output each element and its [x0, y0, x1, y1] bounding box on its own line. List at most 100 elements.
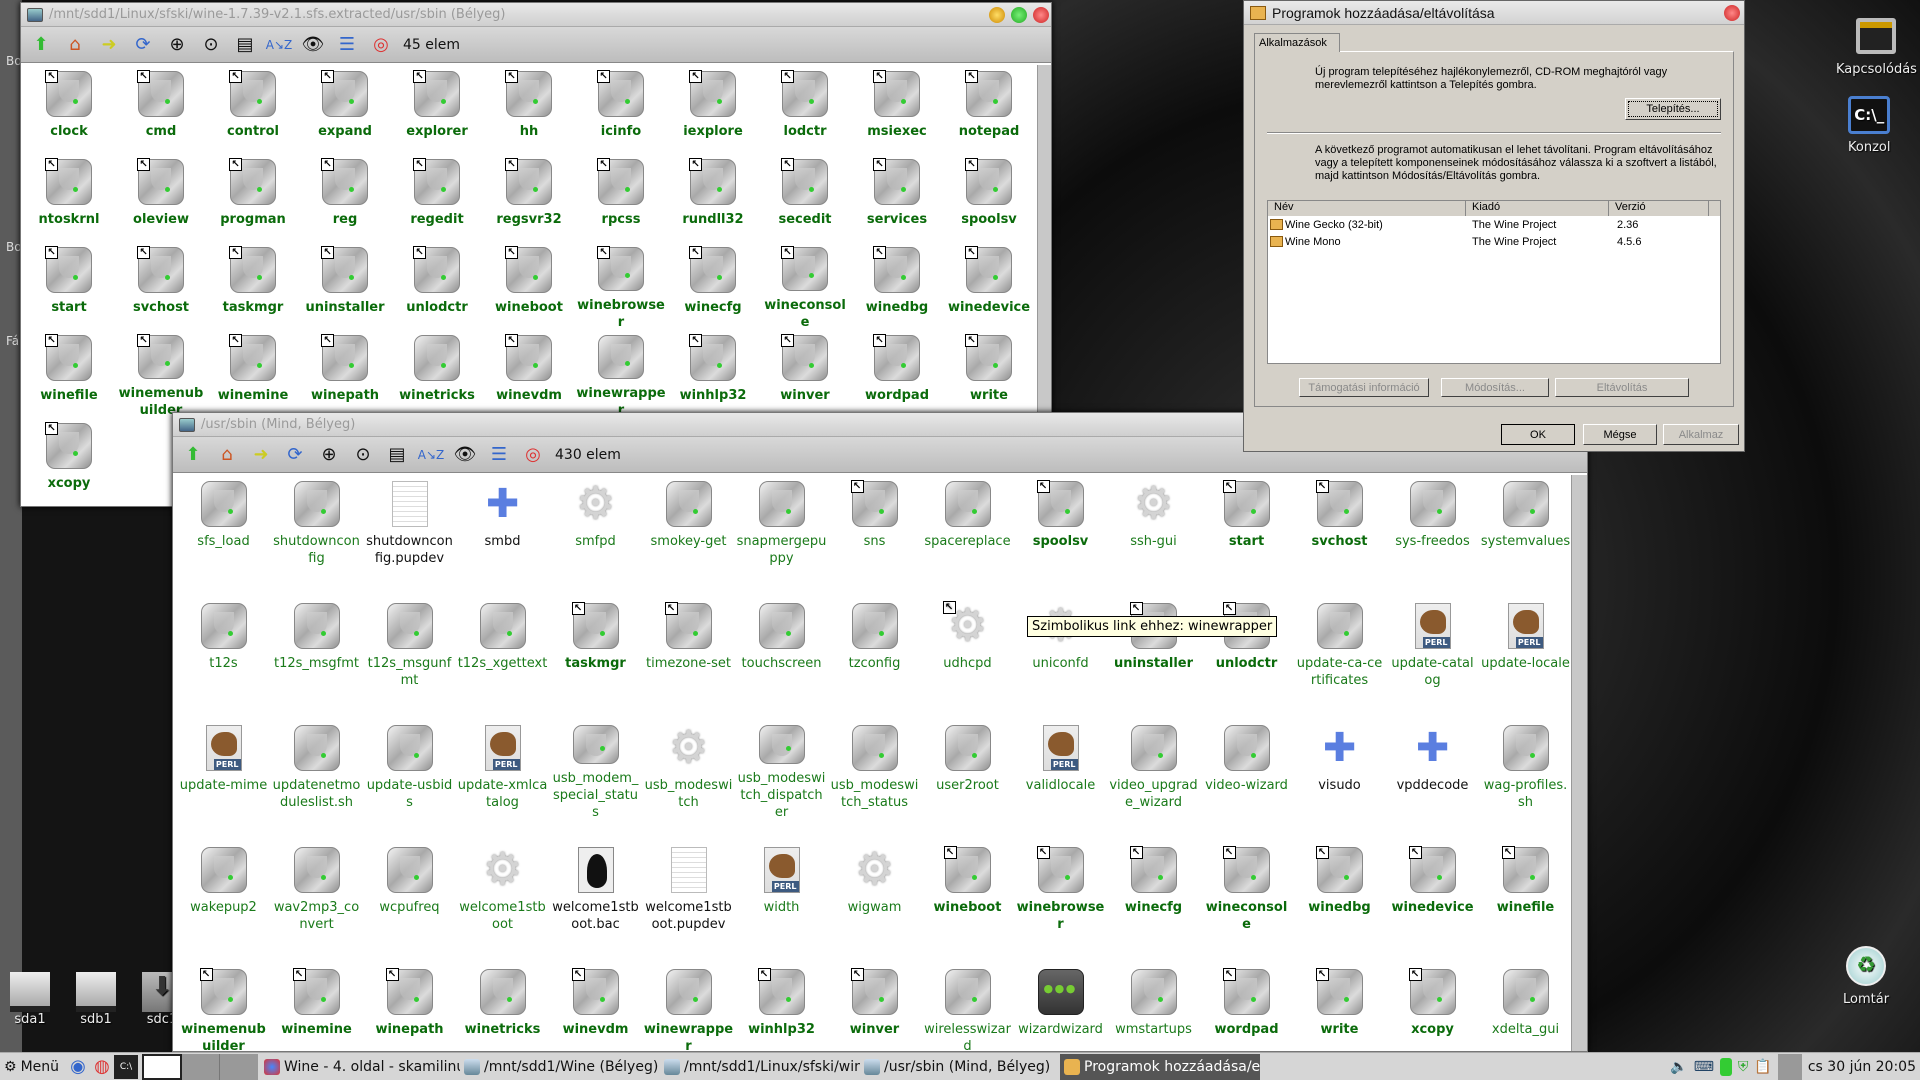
- desktop-drive-sdb1[interactable]: sdb1: [76, 972, 116, 1027]
- file-item[interactable]: ⚙ smfpd: [549, 477, 642, 577]
- file-item[interactable]: ↖ winefile: [23, 331, 115, 419]
- file-item[interactable]: ↖ winedevice: [943, 243, 1035, 331]
- file-item[interactable]: ↖ clock: [23, 67, 115, 155]
- file-item[interactable]: ↖ winepath: [363, 965, 456, 1065]
- file-item[interactable]: ✚ vpddecode: [1386, 721, 1479, 821]
- home-icon[interactable]: ⌂: [215, 443, 239, 467]
- file-item[interactable]: updatenetmoduleslist.sh: [270, 721, 363, 821]
- file-item[interactable]: xdelta_gui: [1479, 965, 1572, 1065]
- file-item[interactable]: wag-profiles.sh: [1479, 721, 1572, 821]
- file-item[interactable]: ↖ taskmgr: [549, 599, 642, 699]
- details-view-icon[interactable]: ☰: [487, 443, 511, 467]
- cancel-button[interactable]: Mégse: [1583, 424, 1657, 445]
- file-item[interactable]: ↖ ntoskrnl: [23, 155, 115, 243]
- file-item[interactable]: sfs_load: [177, 477, 270, 577]
- go-icon[interactable]: ➜: [97, 33, 121, 57]
- file-item[interactable]: t12s_msgunfmt: [363, 599, 456, 699]
- terminal-launcher-icon[interactable]: C:\: [114, 1054, 138, 1079]
- file-item[interactable]: ↖ unlodctr: [391, 243, 483, 331]
- file-item[interactable]: welcome1stboot.pupdev: [642, 843, 735, 943]
- file-item[interactable]: ↖ unlodctr: [1200, 599, 1293, 699]
- file-item[interactable]: update-usbids: [363, 721, 456, 821]
- file-item[interactable]: ↖ secedit: [759, 155, 851, 243]
- file-item[interactable]: ↖ winemenubuilder: [115, 331, 207, 419]
- file-item[interactable]: tzconfig: [828, 599, 921, 699]
- file-item[interactable]: wcpufreq: [363, 843, 456, 943]
- file-item[interactable]: ✚ visudo: [1293, 721, 1386, 821]
- zoom-in-icon[interactable]: ⊕: [317, 443, 341, 467]
- file-item[interactable]: ↖ winecfg: [667, 243, 759, 331]
- browser-launcher-icon[interactable]: ◉: [66, 1055, 90, 1079]
- workspace-1[interactable]: [142, 1053, 182, 1080]
- file-item[interactable]: usb_modeswitch_status: [828, 721, 921, 821]
- file-item[interactable]: touchscreen: [735, 599, 828, 699]
- file-item[interactable]: validlocale: [1014, 721, 1107, 821]
- up-arrow-icon[interactable]: ⬆: [181, 443, 205, 467]
- file-item[interactable]: ↖ svchost: [1293, 477, 1386, 577]
- remove-button[interactable]: Eltávolítás: [1555, 378, 1689, 397]
- file-item[interactable]: ↖ svchost: [115, 243, 207, 331]
- file-item[interactable]: ↖ wineboot: [921, 843, 1014, 943]
- clipboard-icon[interactable]: 📋: [1754, 1059, 1771, 1075]
- minimize-button[interactable]: [989, 7, 1005, 23]
- file-item[interactable]: ↖ rpcss: [575, 155, 667, 243]
- file-item[interactable]: ↖ wineboot: [483, 243, 575, 331]
- column-publisher[interactable]: Kiadó: [1466, 201, 1609, 216]
- file-item[interactable]: ↖ winemenubuilder: [177, 965, 270, 1065]
- chrome-launcher-icon[interactable]: ◍: [90, 1055, 114, 1079]
- dialog-titlebar[interactable]: Programok hozzáadása/eltávolítása: [1244, 1, 1744, 25]
- desktop-drive-sda1[interactable]: sda1: [10, 972, 50, 1027]
- file-item[interactable]: ↖ winemine: [207, 331, 299, 419]
- file-item[interactable]: winetricks: [456, 965, 549, 1065]
- file-item[interactable]: ↖ regsvr32: [483, 155, 575, 243]
- desktop-icon-console[interactable]: C:\_ Konzol: [1848, 96, 1890, 155]
- file-item[interactable]: ↖ progman: [207, 155, 299, 243]
- column-name[interactable]: Név: [1268, 201, 1466, 216]
- file-item[interactable]: wmstartups: [1107, 965, 1200, 1065]
- tab-applications[interactable]: Alkalmazások: [1254, 33, 1340, 52]
- file-item[interactable]: ↖ winedbg: [1293, 843, 1386, 943]
- file-item[interactable]: video_upgrade_wizard: [1107, 721, 1200, 821]
- file-item[interactable]: ↖ start: [1200, 477, 1293, 577]
- file-item[interactable]: ↖ winebrowser: [575, 243, 667, 331]
- file-item[interactable]: systemvalues: [1479, 477, 1572, 577]
- eye-icon[interactable]: 👁: [301, 33, 325, 57]
- file-item[interactable]: winewrapper: [642, 965, 735, 1065]
- file-item[interactable]: ↖ icinfo: [575, 67, 667, 155]
- disk-usage-icon[interactable]: [1719, 1057, 1732, 1076]
- file-item[interactable]: ↖ spoolsv: [943, 155, 1035, 243]
- file-item[interactable]: ⚙ usb_modeswitch: [642, 721, 735, 821]
- file-item[interactable]: update-mime: [177, 721, 270, 821]
- programs-list[interactable]: Név Kiadó Verzió Wine Gecko (32-bit) The…: [1267, 200, 1721, 364]
- file-item[interactable]: ↖ winver: [828, 965, 921, 1065]
- file-item[interactable]: ↖ xcopy: [1386, 965, 1479, 1065]
- file-item[interactable]: wizardwizard: [1014, 965, 1107, 1065]
- file-item[interactable]: ↖ taskmgr: [207, 243, 299, 331]
- file-item[interactable]: shutdownconfig.pupdev: [363, 477, 456, 577]
- refresh-icon[interactable]: ⟳: [131, 33, 155, 57]
- file-item[interactable]: ↖ write: [943, 331, 1035, 419]
- ok-button[interactable]: OK: [1501, 424, 1575, 445]
- close-button[interactable]: [1033, 7, 1049, 23]
- file-item[interactable]: winewrapper: [575, 331, 667, 419]
- maximize-button[interactable]: [1011, 7, 1027, 23]
- file-item[interactable]: ↖ winecfg: [1107, 843, 1200, 943]
- file-item[interactable]: width: [735, 843, 828, 943]
- eye-icon[interactable]: 👁: [453, 443, 477, 467]
- file-item[interactable]: t12s_msgfmt: [270, 599, 363, 699]
- file-item[interactable]: winetricks: [391, 331, 483, 419]
- network-icon[interactable]: ⌨: [1694, 1059, 1714, 1075]
- workspace-3[interactable]: [220, 1053, 258, 1080]
- file-item[interactable]: ↖ reg: [299, 155, 391, 243]
- file-item[interactable]: ↖ wineconsole: [759, 243, 851, 331]
- file-item[interactable]: t12s_xgettext: [456, 599, 549, 699]
- file-item[interactable]: ↖ winevdm: [549, 965, 642, 1065]
- workspace-2[interactable]: [182, 1053, 220, 1080]
- file-item[interactable]: ↖ winebrowser: [1014, 843, 1107, 943]
- file-item[interactable]: ↖ expand: [299, 67, 391, 155]
- file-item[interactable]: ↖ iexplore: [667, 67, 759, 155]
- file-item[interactable]: ↖ winedbg: [851, 243, 943, 331]
- file-item[interactable]: ↖ winhlp32: [667, 331, 759, 419]
- help-lifebuoy-icon[interactable]: ◎: [521, 443, 545, 467]
- file-item[interactable]: ↖ oleview: [115, 155, 207, 243]
